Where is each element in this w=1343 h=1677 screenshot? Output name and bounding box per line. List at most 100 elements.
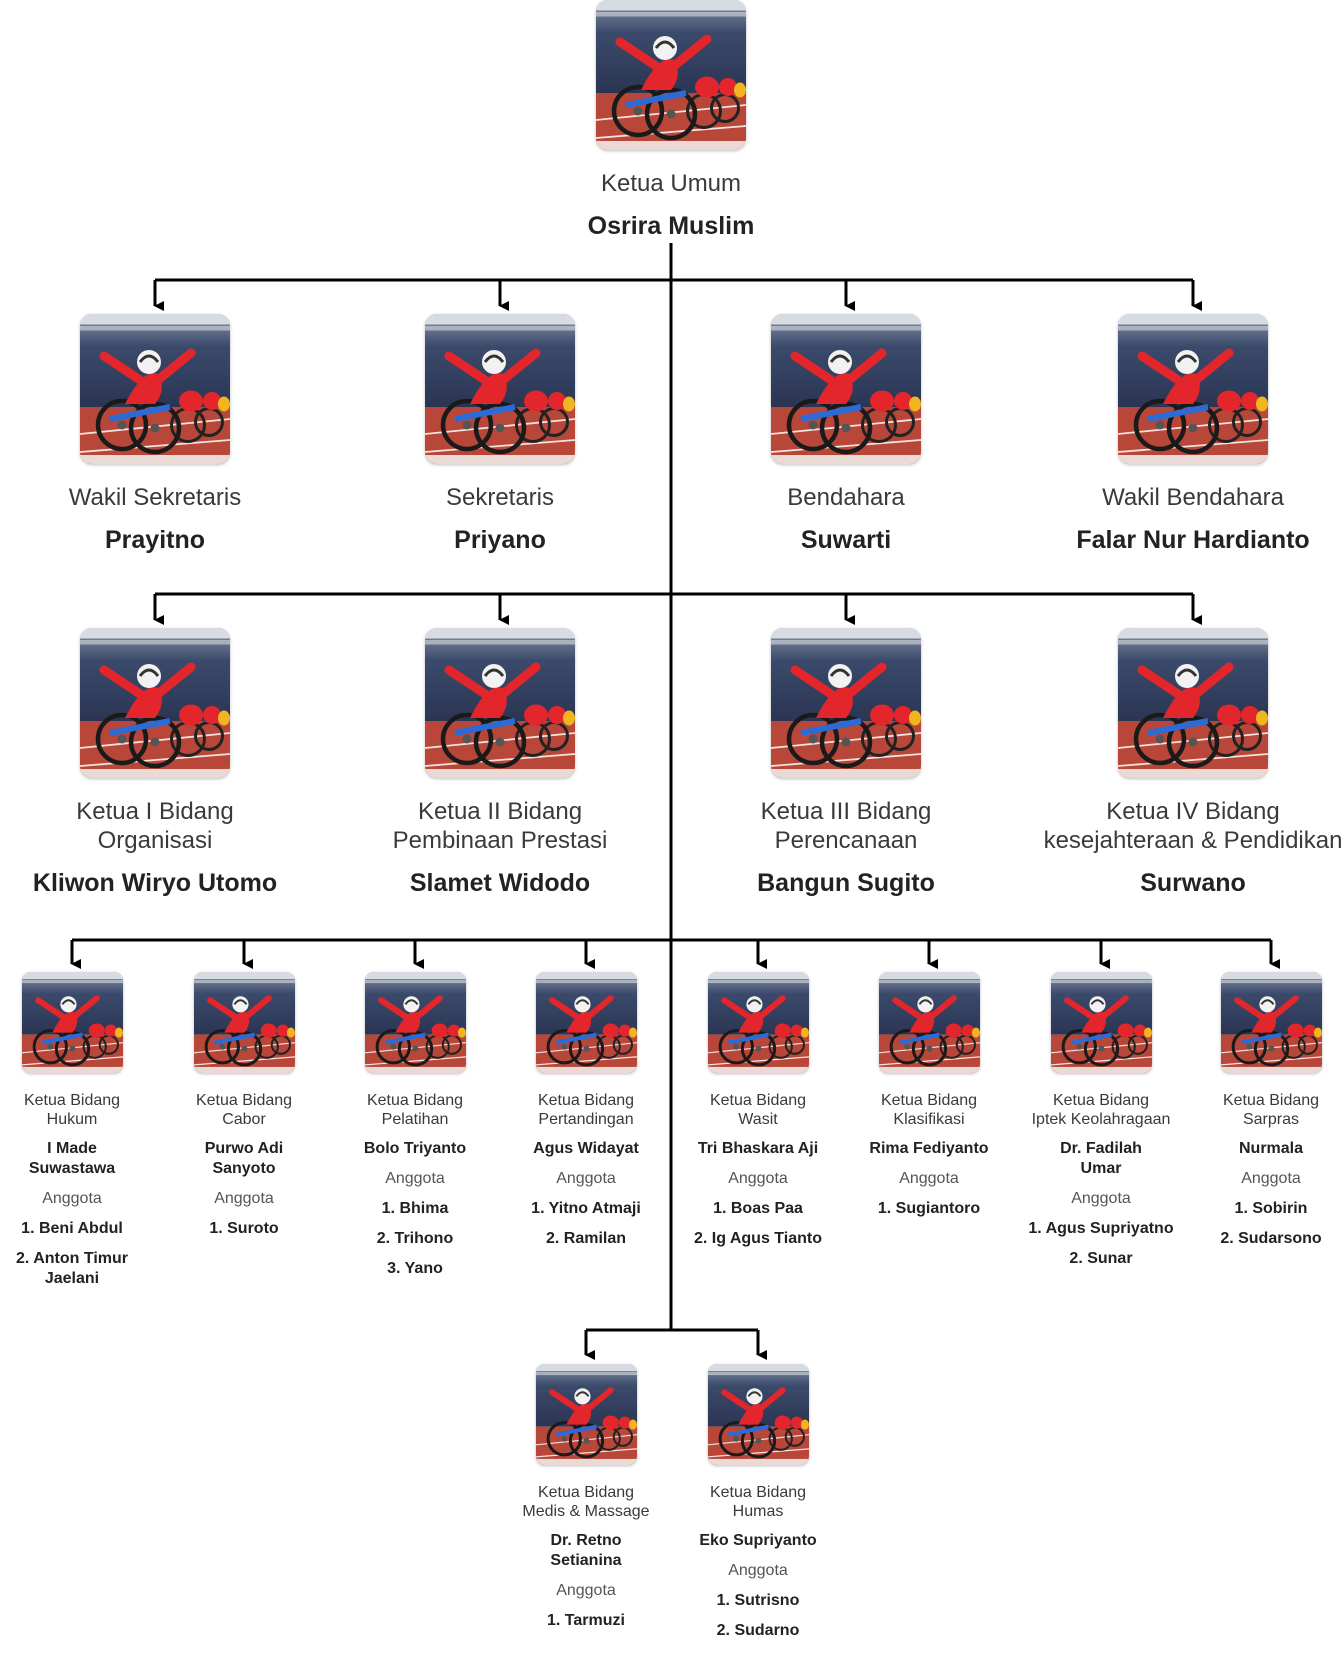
wheelchair-racer-photo	[1118, 628, 1268, 778]
node-row3-1: Ketua Bidang Cabor Purwo Adi Sanyoto Anggota…	[158, 972, 330, 1239]
photo	[425, 314, 575, 464]
role-line-1: Ketua Bidang	[1052, 1092, 1150, 1109]
node-wakil-sekretaris: Wakil Sekretaris Prayitno	[0, 314, 325, 556]
name-line-1: Dr. Fadilah	[1060, 1140, 1142, 1157]
member-item: 1. Sobirin	[1185, 1199, 1343, 1219]
role-line-1: Ketua Bidang	[709, 1484, 807, 1501]
role-line-1: Ketua IV Bidang	[1106, 798, 1280, 825]
photo	[1118, 314, 1268, 464]
name-line-1: Rima Fediyanto	[869, 1140, 989, 1157]
role-line-2: Pembinaan Prestasi	[392, 826, 608, 854]
person-name: Agus Widayat	[500, 1139, 672, 1159]
name-line-2: Sanyoto	[212, 1160, 276, 1177]
role-line-2: Sarpras	[1242, 1111, 1300, 1128]
member-item: 1. Bhima	[329, 1199, 501, 1219]
member-item: 2. Anton Timur Jaelani	[0, 1249, 158, 1289]
person-name: Falar Nur Hardianto	[1076, 525, 1310, 554]
member-item: 1. Tarmuzi	[500, 1611, 672, 1631]
person-name: Dr. Fadilah Umar	[1015, 1139, 1187, 1179]
photo	[425, 628, 575, 778]
member-item: 2. Ig Agus Tianto	[672, 1229, 844, 1249]
role-line-1: Ketua Bidang	[195, 1092, 293, 1109]
photo	[1050, 972, 1152, 1073]
node-row3-7: Ketua Bidang Sarpras Nurmala Anggota 1. Sobi…	[1185, 972, 1343, 1249]
member-item: 1. Suroto	[158, 1219, 330, 1239]
role-label: Ketua IV Bidang kesejahteraan & Pendidik…	[1033, 798, 1343, 856]
member-line-1: 1. Beni Abdul	[21, 1220, 123, 1237]
role-line-1: Ketua Bidang	[537, 1484, 635, 1501]
members-label: Anggota	[1071, 1190, 1131, 1207]
node-row3-3: Ketua Bidang Pertandingan Agus Widayat Angg…	[500, 972, 672, 1249]
role-line-1: Ketua III Bidang	[760, 798, 932, 825]
role-label: Ketua Bidang Medis & Massage	[500, 1483, 672, 1521]
photo	[535, 972, 637, 1073]
role-line-2: Organisasi	[97, 826, 213, 854]
node-row3-2: Ketua Bidang Pelatihan Bolo Triyanto Anggot…	[329, 972, 501, 1279]
role-label: Ketua III Bidang Perencanaan	[676, 798, 1016, 856]
name-line-1: Tri Bhaskara Aji	[697, 1140, 819, 1157]
wheelchair-racer-photo	[707, 972, 809, 1073]
wheelchair-racer-photo	[1118, 314, 1268, 464]
member-line-1: 1. Sutrisno	[716, 1592, 800, 1609]
person-name: Slamet Widodo	[409, 868, 591, 897]
row2-connectors	[153, 592, 1202, 625]
wheelchair-racer-photo	[596, 0, 746, 150]
wheelchair-racer-photo	[1220, 972, 1322, 1073]
node-ketua-iv-bidang: Ketua IV Bidang kesejahteraan & Pendidik…	[1033, 628, 1343, 899]
role-line-2: Hukum	[46, 1111, 98, 1128]
person-name: Tri Bhaskara Aji	[672, 1139, 844, 1159]
role-label: Wakil Sekretaris	[68, 484, 242, 511]
member-line-1: 2. Sudarno	[716, 1622, 800, 1639]
member-item: 2. Sunar	[1015, 1249, 1187, 1269]
role-line-1: Ketua II Bidang	[417, 798, 583, 825]
member-line-1: 1. Sobirin	[1234, 1200, 1308, 1217]
photo	[771, 628, 921, 778]
role-label: Ketua Bidang Humas	[672, 1483, 844, 1521]
person-name: Purwo Adi Sanyoto	[158, 1139, 330, 1179]
members-label: Anggota	[385, 1170, 445, 1187]
node-sekretaris: Sekretaris Priyano	[330, 314, 670, 556]
role-line-1: Ketua Bidang	[537, 1092, 635, 1109]
node-ketua-i-bidang: Ketua I Bidang Organisasi Kliwon Wiryo U…	[0, 628, 325, 899]
person-name: I Made Suwastawa	[0, 1139, 158, 1179]
wheelchair-racer-photo	[193, 972, 295, 1073]
role-label: Ketua Bidang Pelatihan	[329, 1091, 501, 1129]
role-label: Wakil Bendahara	[1102, 484, 1284, 511]
name-line-2: Suwastawa	[28, 1160, 116, 1177]
members-label: Anggota	[556, 1170, 616, 1187]
wheelchair-racer-photo	[535, 972, 637, 1073]
role-label: Ketua Bidang Cabor	[158, 1091, 330, 1129]
member-line-1: 1. Tarmuzi	[547, 1612, 625, 1629]
person-name: Bangun Sugito	[757, 868, 935, 897]
person-name: Nurmala	[1185, 1139, 1343, 1159]
members-label: Anggota	[1241, 1170, 1301, 1187]
member-line-1: 2. Sunar	[1069, 1250, 1133, 1267]
name-line-1: Nurmala	[1238, 1140, 1304, 1157]
wheelchair-racer-photo	[878, 972, 980, 1073]
role-line-2: Klasifikasi	[893, 1111, 965, 1128]
wheelchair-racer-photo	[425, 314, 575, 464]
name-line-1: I Made	[47, 1140, 97, 1157]
role-label: Ketua Bidang Hukum	[0, 1091, 158, 1129]
node-row3-6: Ketua Bidang Iptek Keolahragaan Dr. Fadila…	[1015, 972, 1187, 1269]
row4-connectors	[584, 1328, 767, 1360]
wheelchair-racer-photo	[364, 972, 466, 1073]
wheelchair-racer-photo	[425, 628, 575, 778]
node-wakil-bendahara: Wakil Bendahara Falar Nur Hardianto	[1023, 314, 1343, 556]
person-name: Prayitno	[104, 525, 206, 554]
photo	[707, 972, 809, 1073]
role-line-2: Perencanaan	[774, 826, 918, 854]
photo	[771, 314, 921, 464]
node-ketua-umum: Ketua Umum Osrira Muslim	[501, 0, 841, 242]
member-item: 2. Sudarsono	[1185, 1229, 1343, 1249]
members-label: Anggota	[214, 1190, 274, 1207]
name-line-2: Umar	[1080, 1160, 1122, 1177]
person-name: Surwano	[1140, 868, 1246, 897]
member-line-1: 3. Yano	[387, 1260, 443, 1277]
member-line-1: 2. Trihono	[376, 1230, 454, 1247]
role-label: Ketua Umum	[600, 170, 742, 197]
role-line-2: Iptek Keolahragaan	[1031, 1111, 1171, 1128]
photo	[80, 314, 230, 464]
person-name: Kliwon Wiryo Utomo	[32, 868, 278, 897]
role-line-2: kesejahteraan & Pendidikan	[1043, 826, 1343, 854]
